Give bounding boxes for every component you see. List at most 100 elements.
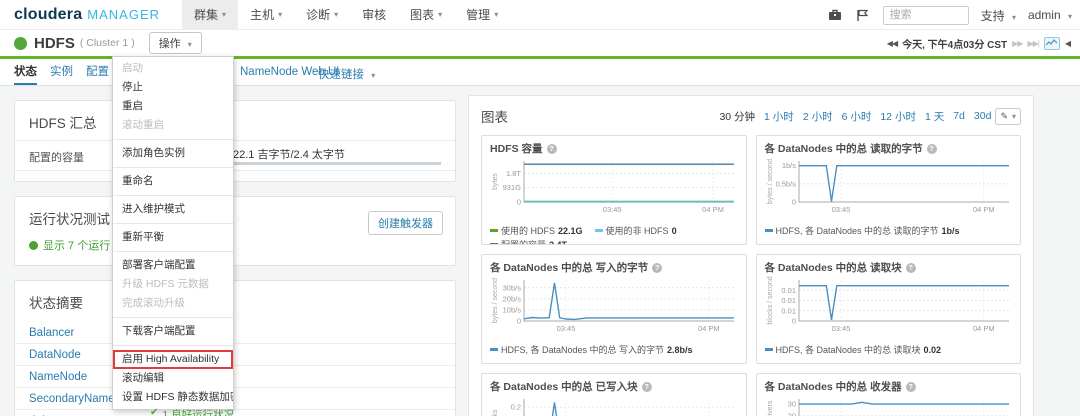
range-2小时[interactable]: 2 小时 [803,109,833,124]
chart-title: 各 DataNodes 中的总 写入的字节? [490,260,738,275]
nav-item-charts[interactable]: 图表▾ [398,0,454,29]
chevron-down-icon: ▾ [438,10,442,19]
menu-divider [113,195,233,196]
menu-item-add-role-instances[interactable]: 添加角色实例 [113,144,233,163]
chart-plot: blocks / second0.010.010.01003:4504 PM [765,275,1015,337]
legend-item: HDFS, 各 DataNodes 中的总 写入的字节2.8b/s [490,343,693,356]
legend-swatch [765,348,773,351]
actions-dropdown-menu: 启动停止重启滚动重启添加角色实例重命名进入维护模式重新平衡部署客户端配置升级 H… [112,56,234,410]
tab-status[interactable]: 状态 [14,59,37,85]
menu-item-finalize-rolling-upgrade: 完成滚动升级 [113,294,233,313]
create-trigger-button[interactable]: 创建触发器 [368,211,443,235]
menu-item-set-hdfs-data-encryption[interactable]: 设置 HDFS 静态数据加密 [113,388,233,407]
nav-item-clusters[interactable]: 群集▾ [182,0,238,29]
status-link-namenode[interactable]: NameNode [29,371,87,383]
chart-1[interactable]: 各 DataNodes 中的总 读取的字节?bytes / second1b/s… [756,135,1022,245]
service-header: HDFS ( Cluster 1 ) 操作 ▾ ◀◀ 今天, 下午4点03分 C… [0,30,1080,56]
menu-item-stop[interactable]: 停止 [113,78,233,97]
range-30d[interactable]: 30d [974,110,992,122]
svg-text:04 PM: 04 PM [698,324,720,333]
svg-text:30b/s: 30b/s [503,283,522,292]
chart-title: HDFS 容量? [490,141,738,156]
tab-instances[interactable]: 实例 [50,59,73,85]
nav-item-audits[interactable]: 审核 [350,0,398,29]
edit-charts-button[interactable]: ✎▾ [995,108,1021,125]
chart-4[interactable]: 各 DataNodes 中的总 已写入块?blocks0.20.1003:450… [481,373,747,416]
range-1小时[interactable]: 1 小时 [764,109,794,124]
svg-text:bytes: bytes [492,173,499,190]
time-range-links: 30 分钟 1 小时 2 小时 6 小时 12 小时 1 天 7d 30d [719,109,991,124]
info-icon[interactable]: ? [927,144,937,154]
menu-item-enable-high-availability[interactable]: 启用 High Availability [113,350,233,369]
info-icon[interactable]: ? [906,263,916,273]
configured-capacity-value: 22.1 吉字节/2.4 太字节 [233,146,345,162]
chevron-down-icon: ▾ [1012,13,1016,22]
svg-text:30: 30 [787,399,795,408]
time-back-icon[interactable]: ◀◀ [887,39,897,48]
menu-item-rebalance[interactable]: 重新平衡 [113,228,233,247]
status-link-hosts[interactable]: 主机 [29,413,52,416]
range-1天[interactable]: 1 天 [925,109,944,124]
menu-item-restart[interactable]: 重启 [113,97,233,116]
svg-text:0: 0 [517,317,521,326]
menu-item-deploy-client-configuration[interactable]: 部署客户端配置 [113,256,233,275]
nav-item-diagnostics[interactable]: 诊断▾ [294,0,350,29]
chart-3[interactable]: 各 DataNodes 中的总 读取块?blocks / second0.010… [756,254,1022,364]
chart-5[interactable]: 各 DataNodes 中的总 收发器?transceivers30201000… [756,373,1022,416]
legend-swatch [490,229,498,232]
svg-text:transceivers: transceivers [767,400,774,416]
info-icon[interactable]: ? [906,382,916,392]
chart-legend: HDFS, 各 DataNodes 中的总 读取块0.02 [765,343,1013,356]
range-7d[interactable]: 7d [953,110,965,122]
menu-item-rolling-edit[interactable]: 滚动编辑 [113,369,233,388]
nav-item-hosts[interactable]: 主机▾ [238,0,294,29]
tab-configuration[interactable]: 配置 [86,59,109,85]
svg-text:0.2: 0.2 [511,403,521,412]
menu-divider [113,167,233,168]
svg-text:0.01: 0.01 [781,286,796,295]
svg-text:04 PM: 04 PM [972,324,994,333]
menu-item-enter-maintenance-mode[interactable]: 进入维护模式 [113,200,233,219]
time-range-chart-icon[interactable] [1044,37,1060,50]
menu-item-rename[interactable]: 重命名 [113,172,233,191]
time-forward-icon[interactable]: ▶▶ [1012,39,1022,48]
time-jump-latest-icon[interactable]: ▶▶| [1027,39,1038,48]
nav-item-administration[interactable]: 管理▾ [454,0,510,29]
chart-2[interactable]: 各 DataNodes 中的总 写入的字节? bytes / second 30b/… [481,254,747,364]
summary-card-title: HDFS 汇总 [15,101,455,140]
status-link-datanode[interactable]: DataNode [29,349,81,361]
cloudera-logo[interactable]: cloudera MANAGER [14,6,160,24]
actions-dropdown-button[interactable]: 操作 ▾ [149,32,202,54]
quick-links-menu[interactable]: 快速链接 ▾ [318,66,375,82]
charts-header: 图表 30 分钟1 小时2 小时6 小时12 小时1 天7d30d ✎▾ [481,106,1021,126]
svg-text:bytes / second: bytes / second [492,278,499,323]
range-30分钟[interactable]: 30 分钟 [719,109,755,124]
info-icon[interactable]: ? [652,263,662,273]
chart-title: 各 DataNodes 中的总 收发器? [765,379,1013,394]
support-menu[interactable]: 支持 ▾ [981,7,1016,24]
menu-divider [113,251,233,252]
info-icon[interactable]: ? [642,382,652,392]
time-label[interactable]: 今天, 下午4点03分 CST [902,36,1007,51]
running-commands-icon[interactable] [855,7,871,23]
parcel-icon[interactable] [827,7,843,23]
svg-text:0.01: 0.01 [781,306,796,315]
chevron-down-icon: ▾ [222,10,226,19]
cluster-label[interactable]: ( Cluster 1 ) [80,37,135,49]
status-link-balancer[interactable]: Balancer [29,327,74,339]
svg-text:blocks / second: blocks / second [767,276,774,324]
host-health-status-fragment[interactable]: ✔ 1 良好运行状况 [150,407,234,416]
legend-item: HDFS, 各 DataNodes 中的总 读取块0.02 [765,343,942,356]
user-menu[interactable]: admin ▾ [1028,8,1072,22]
chart-title: 各 DataNodes 中的总 读取的字节? [765,141,1013,156]
search-input[interactable] [883,6,969,25]
legend-swatch [490,348,498,351]
collapse-time-panel-icon[interactable]: ◀ [1065,39,1070,48]
info-icon[interactable]: ? [547,144,557,154]
menu-item-download-client-configuration[interactable]: 下载客户端配置 [113,322,233,341]
top-navbar: cloudera MANAGER 群集▾主机▾诊断▾审核图表▾管理▾ 支持 ▾ … [0,0,1080,30]
chart-0[interactable]: HDFS 容量?bytes1.8T931G003:4504 PM使用的 HDFS… [481,135,747,245]
range-12小时[interactable]: 12 小时 [880,109,916,124]
legend-swatch [595,229,603,232]
range-6小时[interactable]: 6 小时 [842,109,872,124]
